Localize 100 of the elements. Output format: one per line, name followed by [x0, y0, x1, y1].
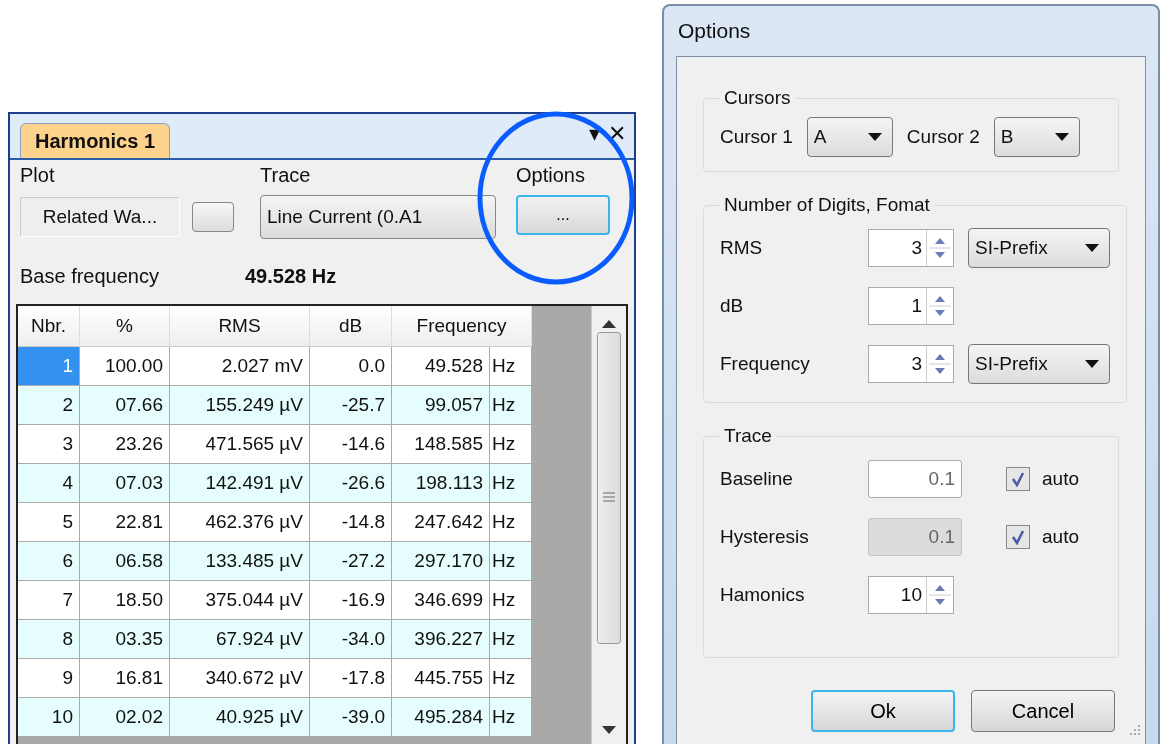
options-label: Options	[515, 164, 586, 187]
close-glyph[interactable]: ✕	[608, 122, 626, 146]
table-cell: 67.924 µV	[170, 620, 310, 659]
spin-field[interactable]: 3	[868, 345, 954, 383]
table-cell: Hz	[490, 542, 532, 581]
scrollbar[interactable]	[591, 306, 626, 744]
checkbox-label: auto	[1042, 526, 1079, 548]
field-label: Baseline	[720, 468, 794, 490]
color-button[interactable]	[192, 202, 234, 232]
field-label: Hamonics	[720, 584, 806, 606]
plot-label: Plot	[20, 164, 56, 187]
dropdown-arrow-icon	[867, 133, 882, 141]
table-cell: 8	[18, 620, 80, 659]
table-cell: 495.284	[392, 698, 490, 737]
field-label: dB	[720, 295, 745, 317]
table-cell: 100.00	[80, 347, 170, 386]
table-cell: 133.485 µV	[170, 542, 310, 581]
table-cell: -16.9	[310, 581, 392, 620]
table-cell: -25.7	[310, 386, 392, 425]
table-cell: 297.170	[392, 542, 490, 581]
table-cell: 2.027 mV	[170, 347, 310, 386]
table-cell: 16.81	[80, 659, 170, 698]
field-label: RMS	[720, 237, 764, 259]
checkbox-label: auto	[1042, 468, 1079, 490]
dialog-button[interactable]: Cancel	[971, 690, 1115, 732]
cursor-label: Cursor 1	[720, 126, 793, 148]
plot-field[interactable]: Related Wa...	[20, 197, 180, 237]
table-cell: 1	[18, 347, 80, 386]
table-cell: 0.0	[310, 347, 392, 386]
table-cell: 07.03	[80, 464, 170, 503]
group-title: Number of Digits, Fomat	[723, 194, 931, 216]
table-cell: Hz	[490, 386, 532, 425]
dropdown-arrow-icon	[1085, 360, 1099, 368]
format-dropdown[interactable]: SI-Prefix	[968, 228, 1110, 268]
table-cell: 7	[18, 581, 80, 620]
scroll-up-icon[interactable]	[602, 320, 616, 328]
field-label: Frequency	[720, 353, 811, 375]
table-cell: 340.672 µV	[170, 659, 310, 698]
table-cell: 10	[18, 698, 80, 737]
table-cell: 07.66	[80, 386, 170, 425]
input-field[interactable]: 0.1	[868, 460, 962, 498]
table-cell: 6	[18, 542, 80, 581]
spin-field[interactable]: 10	[868, 576, 954, 614]
table-cell: 02.02	[80, 698, 170, 737]
table-cell: 03.35	[80, 620, 170, 659]
table-cell: 396.227	[392, 620, 490, 659]
column-header[interactable]: Frequency	[392, 306, 532, 347]
table-cell: -17.8	[310, 659, 392, 698]
spin-field[interactable]: 1	[868, 287, 954, 325]
cursor-dropdown[interactable]: A	[806, 117, 893, 157]
options-button[interactable]: ...	[516, 195, 610, 235]
table-cell: Hz	[490, 464, 532, 503]
column-header[interactable]: %	[80, 306, 170, 347]
scroll-down-icon[interactable]	[602, 726, 616, 734]
table-cell: 5	[18, 503, 80, 542]
column-header[interactable]: dB	[310, 306, 392, 347]
menu-glyph[interactable]: ▾	[589, 122, 600, 146]
table-cell: 142.491 µV	[170, 464, 310, 503]
table-cell: 462.376 µV	[170, 503, 310, 542]
checkmark-icon	[1011, 471, 1025, 487]
table-cell: Hz	[490, 698, 532, 737]
dialog-title: Options	[677, 18, 752, 44]
table-cell: 9	[18, 659, 80, 698]
table-cell: 49.528	[392, 347, 490, 386]
table-cell: Hz	[490, 347, 532, 386]
table-cell: 06.58	[80, 542, 170, 581]
table-cell: 23.26	[80, 425, 170, 464]
table-cell: -14.6	[310, 425, 392, 464]
table-cell: 3	[18, 425, 80, 464]
table-cell: 22.81	[80, 503, 170, 542]
field-label: Hysteresis	[720, 526, 810, 548]
dropdown-arrow-icon	[1085, 244, 1099, 252]
scroll-thumb[interactable]	[597, 332, 621, 644]
table-cell: Hz	[490, 659, 532, 698]
column-header[interactable]: Nbr.	[18, 306, 80, 347]
table-cell: -39.0	[310, 698, 392, 737]
resize-grip-icon	[1127, 724, 1141, 738]
trace-dropdown[interactable]: Line Current (0.A1	[260, 195, 496, 239]
base-frequency-value: 49.528 Hz	[245, 265, 337, 288]
table-cell: 99.057	[392, 386, 490, 425]
table-cell: 148.585	[392, 425, 490, 464]
column-header[interactable]: RMS	[170, 306, 310, 347]
spin-field[interactable]: 3	[868, 229, 954, 267]
table-cell: Hz	[490, 581, 532, 620]
cursor-dropdown[interactable]: B	[993, 117, 1080, 157]
table-cell: 346.699	[392, 581, 490, 620]
panel-tab[interactable]: Harmonics 1	[20, 123, 171, 158]
cursor-label: Cursor 2	[906, 126, 980, 148]
grip-lines-icon	[603, 492, 615, 502]
trace-label: Trace	[260, 164, 312, 187]
format-dropdown[interactable]: SI-Prefix	[968, 344, 1110, 384]
table-cell: -26.6	[310, 464, 392, 503]
group-title: Cursors	[723, 87, 792, 109]
table-cell: 4	[18, 464, 80, 503]
table-cell: 471.565 µV	[170, 425, 310, 464]
dialog-button[interactable]: Ok	[811, 690, 955, 732]
checkbox[interactable]	[1006, 467, 1030, 491]
table-cell: 198.113	[392, 464, 490, 503]
table-cell: Hz	[490, 503, 532, 542]
dropdown-arrow-icon	[1054, 133, 1069, 141]
